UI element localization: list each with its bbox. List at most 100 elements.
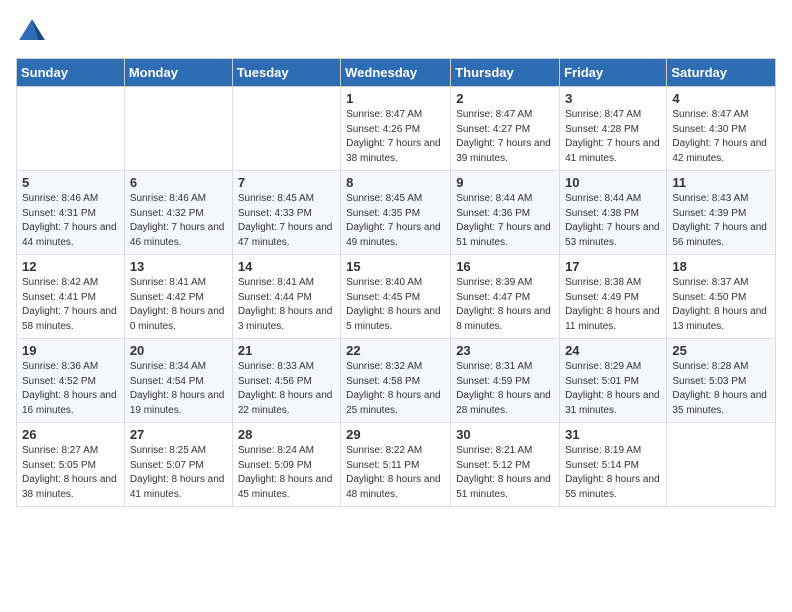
day-number: 17: [565, 259, 661, 274]
day-info: Sunrise: 8:41 AMSunset: 4:42 PMDaylight:…: [130, 276, 227, 334]
calendar-cell: 24 Sunrise: 8:29 AMSunset: 5:01 PMDayligh…: [560, 339, 667, 423]
calendar-cell: 21 Sunrise: 8:33 AMSunset: 4:56 PMDayligh…: [232, 339, 340, 423]
calendar-cell: 19Sunrise: 8:36 AMSunset: 4:52 PMDayligh…: [17, 339, 125, 423]
calendar-cell: 16Sunrise: 8:39 AMSunset: 4:47 PMDayligh…: [451, 255, 560, 339]
calendar-cell: 11Sunrise: 8:43 AMSunset: 4:39 PMDayligh…: [667, 171, 776, 255]
calendar-cell: 20 Sunrise: 8:34 AMSunset: 4:54 PMDayligh…: [124, 339, 232, 423]
calendar-cell: 29 Sunrise: 8:22 AMSunset: 5:11 PMDayligh…: [341, 423, 451, 507]
column-header-monday: Monday: [124, 59, 232, 87]
day-number: 29: [346, 427, 445, 442]
day-info: Sunrise: 8:25 AMSunset: 5:07 PMDaylight:…: [130, 444, 227, 502]
day-number: 9: [456, 175, 554, 190]
day-number: 21: [238, 343, 335, 358]
calendar-cell: 13 Sunrise: 8:41 AMSunset: 4:42 PMDayligh…: [124, 255, 232, 339]
logo-icon: [16, 16, 48, 48]
calendar-week-row: 26 Sunrise: 8:27 AMSunset: 5:05 PMDayligh…: [17, 423, 776, 507]
day-number: 1: [346, 91, 445, 106]
day-number: 11: [672, 175, 770, 190]
day-info: Sunrise: 8:41 AMSunset: 4:44 PMDaylight:…: [238, 276, 335, 334]
day-info: Sunrise: 8:33 AMSunset: 4:56 PMDaylight:…: [238, 360, 335, 418]
day-number: 15: [346, 259, 445, 274]
day-info: Sunrise: 8:39 AMSunset: 4:47 PMDaylight:…: [456, 276, 554, 334]
day-info: Sunrise: 8:47 AMSunset: 4:30 PMDaylight:…: [672, 108, 770, 166]
calendar-cell: 23Sunrise: 8:31 AMSunset: 4:59 PMDayligh…: [451, 339, 560, 423]
page-header: [16, 16, 776, 48]
day-info: Sunrise: 8:24 AMSunset: 5:09 PMDaylight:…: [238, 444, 335, 502]
column-header-tuesday: Tuesday: [232, 59, 340, 87]
calendar-cell: [232, 87, 340, 171]
day-number: 4: [672, 91, 770, 106]
calendar-cell: 3 Sunrise: 8:47 AMSunset: 4:28 PMDaylight…: [560, 87, 667, 171]
day-info: Sunrise: 8:21 AMSunset: 5:12 PMDaylight:…: [456, 444, 554, 502]
day-info: Sunrise: 8:34 AMSunset: 4:54 PMDaylight:…: [130, 360, 227, 418]
calendar-week-row: 1 Sunrise: 8:47 AMSunset: 4:26 PMDaylight…: [17, 87, 776, 171]
calendar-cell: 18Sunrise: 8:37 AMSunset: 4:50 PMDayligh…: [667, 255, 776, 339]
day-number: 23: [456, 343, 554, 358]
day-number: 27: [130, 427, 227, 442]
day-info: Sunrise: 8:27 AMSunset: 5:05 PMDaylight:…: [22, 444, 119, 502]
calendar-table: SundayMondayTuesdayWednesdayThursdayFrid…: [16, 58, 776, 507]
calendar-header-row: SundayMondayTuesdayWednesdayThursdayFrid…: [17, 59, 776, 87]
day-number: 31: [565, 427, 661, 442]
calendar-week-row: 19Sunrise: 8:36 AMSunset: 4:52 PMDayligh…: [17, 339, 776, 423]
day-number: 20: [130, 343, 227, 358]
calendar-cell: 12 Sunrise: 8:42 AMSunset: 4:41 PMDayligh…: [17, 255, 125, 339]
calendar-cell: 27 Sunrise: 8:25 AMSunset: 5:07 PMDayligh…: [124, 423, 232, 507]
day-number: 24: [565, 343, 661, 358]
day-info: Sunrise: 8:44 AMSunset: 4:36 PMDaylight:…: [456, 192, 554, 250]
day-number: 10: [565, 175, 661, 190]
day-info: Sunrise: 8:42 AMSunset: 4:41 PMDaylight:…: [22, 276, 119, 334]
day-info: Sunrise: 8:40 AMSunset: 4:45 PMDaylight:…: [346, 276, 445, 334]
calendar-cell: 17 Sunrise: 8:38 AMSunset: 4:49 PMDayligh…: [560, 255, 667, 339]
day-number: 13: [130, 259, 227, 274]
calendar-cell: 9 Sunrise: 8:44 AMSunset: 4:36 PMDaylight…: [451, 171, 560, 255]
calendar-cell: 2Sunrise: 8:47 AMSunset: 4:27 PMDaylight…: [451, 87, 560, 171]
column-header-sunday: Sunday: [17, 59, 125, 87]
day-number: 22: [346, 343, 445, 358]
day-info: Sunrise: 8:45 AMSunset: 4:33 PMDaylight:…: [238, 192, 335, 250]
calendar-cell: 22 Sunrise: 8:32 AMSunset: 4:58 PMDayligh…: [341, 339, 451, 423]
day-info: Sunrise: 8:44 AMSunset: 4:38 PMDaylight:…: [565, 192, 661, 250]
calendar-cell: 5 Sunrise: 8:46 AMSunset: 4:31 PMDaylight…: [17, 171, 125, 255]
calendar-cell: 26 Sunrise: 8:27 AMSunset: 5:05 PMDayligh…: [17, 423, 125, 507]
calendar-cell: 8 Sunrise: 8:45 AMSunset: 4:35 PMDaylight…: [341, 171, 451, 255]
calendar-cell: [17, 87, 125, 171]
calendar-week-row: 5 Sunrise: 8:46 AMSunset: 4:31 PMDaylight…: [17, 171, 776, 255]
day-info: Sunrise: 8:47 AMSunset: 4:27 PMDaylight:…: [456, 108, 554, 166]
column-header-thursday: Thursday: [451, 59, 560, 87]
calendar-cell: 7 Sunrise: 8:45 AMSunset: 4:33 PMDaylight…: [232, 171, 340, 255]
day-info: Sunrise: 8:47 AMSunset: 4:26 PMDaylight:…: [346, 108, 445, 166]
day-number: 18: [672, 259, 770, 274]
day-number: 3: [565, 91, 661, 106]
calendar-week-row: 12 Sunrise: 8:42 AMSunset: 4:41 PMDayligh…: [17, 255, 776, 339]
logo: [16, 16, 52, 48]
calendar-cell: 14Sunrise: 8:41 AMSunset: 4:44 PMDayligh…: [232, 255, 340, 339]
calendar-cell: 4 Sunrise: 8:47 AMSunset: 4:30 PMDaylight…: [667, 87, 776, 171]
calendar-cell: 15 Sunrise: 8:40 AMSunset: 4:45 PMDayligh…: [341, 255, 451, 339]
day-info: Sunrise: 8:46 AMSunset: 4:32 PMDaylight:…: [130, 192, 227, 250]
day-number: 30: [456, 427, 554, 442]
calendar-cell: 28Sunrise: 8:24 AMSunset: 5:09 PMDayligh…: [232, 423, 340, 507]
day-number: 25: [672, 343, 770, 358]
day-info: Sunrise: 8:45 AMSunset: 4:35 PMDaylight:…: [346, 192, 445, 250]
day-info: Sunrise: 8:22 AMSunset: 5:11 PMDaylight:…: [346, 444, 445, 502]
day-info: Sunrise: 8:47 AMSunset: 4:28 PMDaylight:…: [565, 108, 661, 166]
calendar-cell: 10 Sunrise: 8:44 AMSunset: 4:38 PMDayligh…: [560, 171, 667, 255]
day-number: 12: [22, 259, 119, 274]
column-header-saturday: Saturday: [667, 59, 776, 87]
calendar-cell: [124, 87, 232, 171]
day-info: Sunrise: 8:46 AMSunset: 4:31 PMDaylight:…: [22, 192, 119, 250]
day-number: 26: [22, 427, 119, 442]
day-info: Sunrise: 8:38 AMSunset: 4:49 PMDaylight:…: [565, 276, 661, 334]
day-number: 8: [346, 175, 445, 190]
day-number: 19: [22, 343, 119, 358]
day-info: Sunrise: 8:19 AMSunset: 5:14 PMDaylight:…: [565, 444, 661, 502]
day-number: 7: [238, 175, 335, 190]
calendar-cell: 30 Sunrise: 8:21 AMSunset: 5:12 PMDayligh…: [451, 423, 560, 507]
day-number: 6: [130, 175, 227, 190]
day-info: Sunrise: 8:32 AMSunset: 4:58 PMDaylight:…: [346, 360, 445, 418]
calendar-cell: 1 Sunrise: 8:47 AMSunset: 4:26 PMDaylight…: [341, 87, 451, 171]
day-info: Sunrise: 8:29 AMSunset: 5:01 PMDaylight:…: [565, 360, 661, 418]
day-number: 5: [22, 175, 119, 190]
calendar-cell: 31 Sunrise: 8:19 AMSunset: 5:14 PMDayligh…: [560, 423, 667, 507]
